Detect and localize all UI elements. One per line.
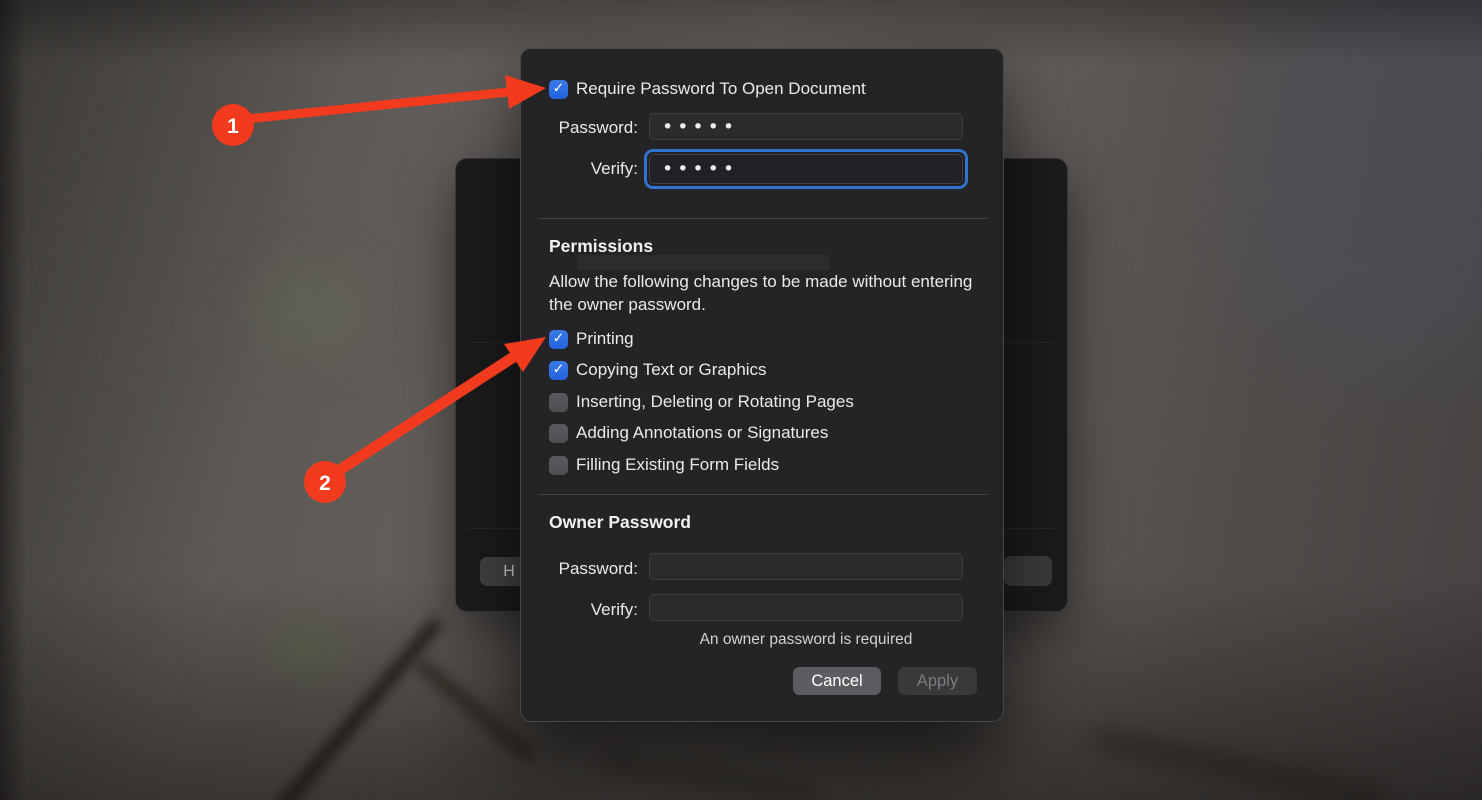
copying-checkbox[interactable]: ✓	[549, 360, 568, 380]
permission-row-annotations[interactable]: ✓ Adding Annotations or Signatures	[549, 423, 828, 443]
section-divider	[538, 494, 988, 495]
permission-label: Adding Annotations or Signatures	[576, 423, 829, 442]
inserting-checkbox[interactable]: ✓	[549, 392, 568, 412]
section-divider	[538, 218, 988, 219]
permission-row-inserting[interactable]: ✓ Inserting, Deleting or Rotating Pages	[549, 392, 854, 412]
permission-label: Inserting, Deleting or Rotating Pages	[576, 392, 854, 411]
printing-checkbox[interactable]: ✓	[549, 329, 568, 349]
verify-label: Verify:	[590, 159, 638, 178]
permission-label: Copying Text or Graphics	[576, 360, 767, 379]
owner-password-title: Owner Password	[549, 512, 691, 532]
pdf-password-dialog: ✓ Require Password To Open Document Pass…	[520, 48, 1004, 722]
password-label: Password:	[558, 118, 638, 137]
permission-row-form-fields[interactable]: ✓ Filling Existing Form Fields	[549, 455, 779, 475]
require-password-checkbox[interactable]: ✓	[549, 79, 568, 99]
check-icon: ✓	[552, 361, 565, 378]
require-password-label: Require Password To Open Document	[576, 79, 866, 98]
open-verify-input[interactable]	[649, 154, 963, 184]
cancel-button[interactable]: Cancel	[793, 667, 881, 695]
annotations-checkbox[interactable]: ✓	[549, 423, 568, 443]
permissions-description: Allow the following changes to be made w…	[549, 272, 973, 314]
require-password-row[interactable]: ✓ Require Password To Open Document	[549, 79, 866, 99]
permission-label: Filling Existing Form Fields	[576, 455, 780, 474]
apply-button[interactable]: Apply	[898, 667, 977, 695]
text-highlight-artifact	[577, 255, 829, 270]
check-icon: ✓	[552, 330, 565, 347]
open-password-input[interactable]	[649, 113, 963, 140]
owner-password-input[interactable]	[649, 553, 963, 580]
owner-verify-label: Verify:	[590, 600, 638, 619]
form-fields-checkbox[interactable]: ✓	[549, 455, 568, 475]
check-icon: ✓	[552, 80, 565, 97]
permission-row-printing[interactable]: ✓ Printing	[549, 329, 634, 349]
hidden-button-partial[interactable]	[1004, 556, 1052, 586]
owner-password-note: An owner password is required	[699, 631, 913, 648]
permission-label: Printing	[576, 329, 634, 348]
permission-row-copying[interactable]: ✓ Copying Text or Graphics	[549, 360, 767, 380]
permissions-title: Permissions	[549, 236, 654, 256]
owner-password-label: Password:	[558, 559, 638, 578]
owner-verify-input[interactable]	[649, 594, 963, 621]
verify-focus-ring	[644, 149, 968, 189]
